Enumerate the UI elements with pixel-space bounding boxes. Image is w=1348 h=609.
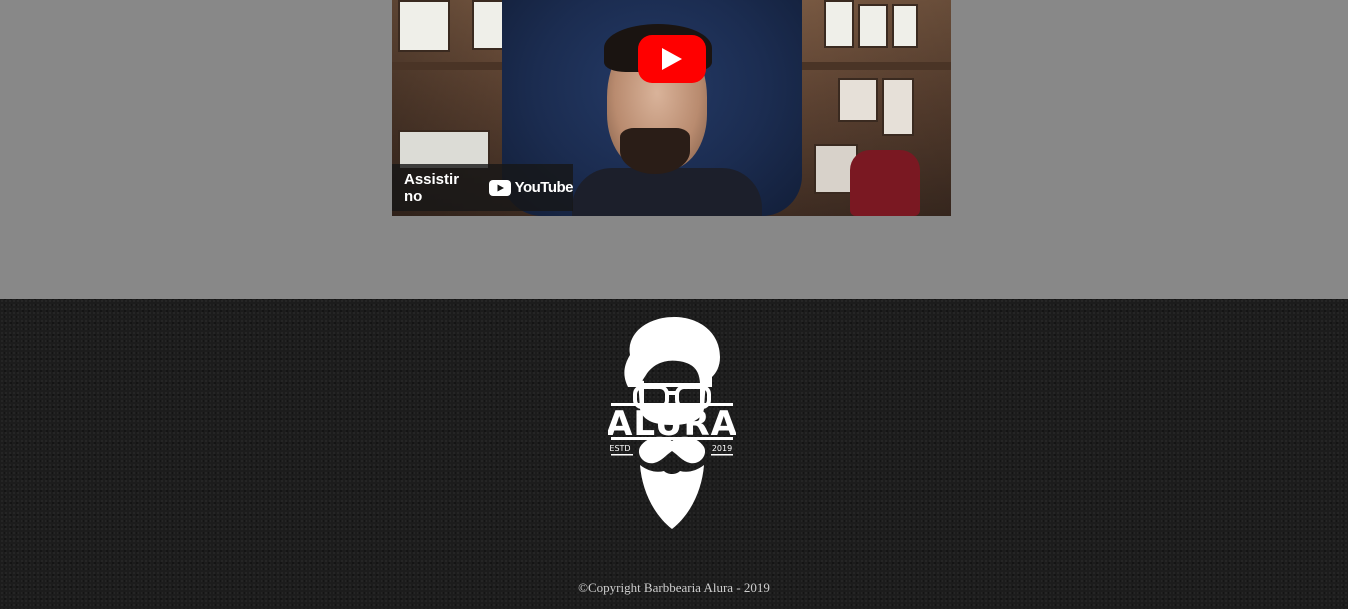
youtube-play-icon xyxy=(488,179,511,196)
footer: ALURA ESTD 2019 ©Copyright Barbbearia Al… xyxy=(0,299,1348,609)
wall-frame xyxy=(858,4,888,48)
youtube-logo: YouTube xyxy=(488,179,574,196)
wall-frame xyxy=(824,0,854,48)
wall-frame xyxy=(882,78,914,136)
watch-on-label: Assistir no xyxy=(404,170,460,205)
logo-year: 2019 xyxy=(712,444,732,453)
wall-frame xyxy=(398,0,450,52)
copyright-text: ©Copyright Barbbearia Alura - 2019 xyxy=(578,580,770,595)
wall-frame xyxy=(892,4,918,48)
video-section: Assistir no YouTube xyxy=(0,0,1348,299)
client-suit xyxy=(572,168,762,216)
youtube-video-embed[interactable]: Assistir no YouTube xyxy=(392,0,951,216)
barber-chair xyxy=(850,150,920,216)
logo-estd-label: ESTD xyxy=(609,444,630,453)
play-button[interactable] xyxy=(638,35,706,83)
client-beard xyxy=(620,128,690,174)
alura-barbershop-logo: ALURA ESTD 2019 xyxy=(608,317,736,529)
play-icon xyxy=(662,48,682,70)
wall-frame xyxy=(838,78,878,122)
youtube-wordmark: YouTube xyxy=(514,179,574,196)
watch-on-youtube-button[interactable]: Assistir no YouTube xyxy=(392,164,574,211)
